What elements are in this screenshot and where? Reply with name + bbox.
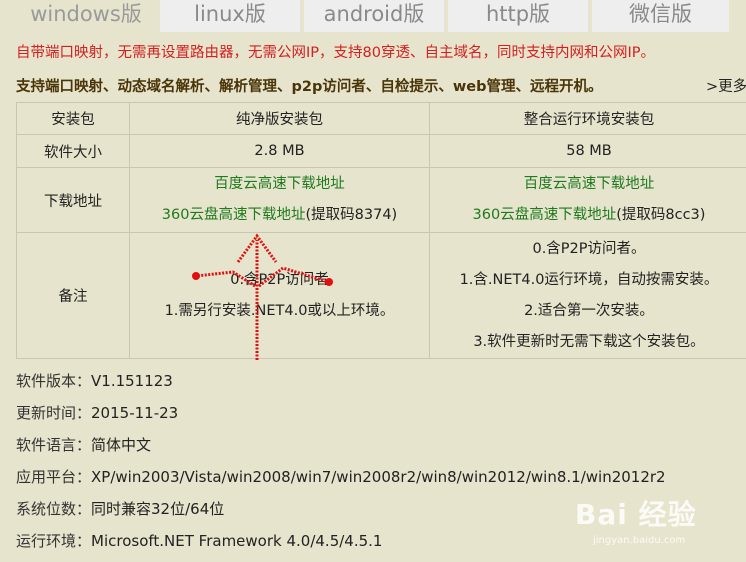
feature-list-text: 支持端口映射、动态域名解析、解析管理、p2p访问者、自检提示、web管理、远程开… (16, 79, 603, 95)
full-note-1: 1.含.NET4.0运行环境，自动按需安装。 (459, 271, 719, 288)
table-row-notes: 备注 0.含P2P访问者 1.需另行安装.NET4.0或以上环境。 0.含P2P… (16, 232, 746, 359)
table-row-download: 下载地址 百度云高速下载地址 360云盘高速下载地址(提取码8374) 百度云高… (16, 167, 746, 233)
feature-list: 支持端口映射、动态域名解析、解析管理、p2p访问者、自检提示、web管理、远程开… (16, 75, 746, 96)
full-360-link[interactable]: 360云盘高速下载地址 (473, 207, 617, 223)
full-360-line: 360云盘高速下载地址(提取码8cc3) (430, 200, 746, 231)
table-row-size: 软件大小 2.8 MB 58 MB (16, 134, 746, 168)
platform-tabs: windows版 linux版 android版 http版 微信版 (0, 0, 746, 32)
download-full-cell: 百度云高速下载地址 360云盘高速下载地址(提取码8cc3) (429, 167, 746, 233)
full-note-2: 2.适合第一次安装。 (524, 302, 654, 319)
info-bits: 系统位数：同时兼容32位/64位 (16, 500, 225, 518)
pure-360-link[interactable]: 360云盘高速下载地址 (162, 207, 306, 223)
header-package: 安装包 (16, 102, 130, 135)
info-language: 软件语言：简体中文 (16, 436, 152, 454)
full-baidu-link[interactable]: 百度云高速下载地址 (430, 169, 746, 200)
notes-full-cell: 0.含P2P访问者。 1.含.NET4.0运行环境，自动按需安装。 2.适合第一… (429, 232, 746, 359)
watermark-logo: Bai 经验 (575, 498, 697, 531)
table-header-row: 安装包 纯净版安装包 整合运行环境安装包 (16, 102, 746, 135)
download-table: 安装包 纯净版安装包 整合运行环境安装包 软件大小 2.8 MB 58 MB 下… (16, 102, 746, 359)
pure-extract-code: (提取码8374) (305, 207, 398, 223)
tab-android[interactable]: android版 (304, 0, 444, 32)
pure-note-0: 0.含P2P访问者 (230, 271, 329, 288)
pure-360-line: 360云盘高速下载地址(提取码8374) (130, 200, 429, 231)
info-platform: 应用平台：XP/win2003/Vista/win2008/win7/win20… (16, 468, 666, 486)
tab-windows[interactable]: windows版 (16, 0, 156, 32)
notes-pure-cell: 0.含P2P访问者 1.需另行安装.NET4.0或以上环境。 (129, 232, 430, 359)
pure-baidu-link[interactable]: 百度云高速下载地址 (130, 169, 429, 200)
notes-label: 备注 (16, 232, 130, 359)
download-label: 下载地址 (16, 167, 130, 233)
more-link[interactable]: >更多 (706, 75, 746, 96)
tab-http[interactable]: http版 (448, 0, 588, 32)
watermark-url: jingyan.baidu.com (593, 535, 686, 546)
full-extract-code: (提取码8cc3) (616, 207, 706, 223)
info-version: 软件版本：V1.151123 (16, 372, 173, 390)
size-pure: 2.8 MB (129, 134, 430, 168)
full-note-0: 0.含P2P访问者。 (532, 240, 646, 257)
header-full: 整合运行环境安装包 (429, 102, 746, 135)
pure-note-1: 1.需另行安装.NET4.0或以上环境。 (164, 302, 395, 319)
header-pure: 纯净版安装包 (129, 102, 430, 135)
info-runtime: 运行环境：Microsoft.NET Framework 4.0/4.5/4.5… (16, 532, 383, 550)
info-updated: 更新时间：2015-11-23 (16, 404, 179, 422)
size-label: 软件大小 (16, 134, 130, 168)
tab-wechat[interactable]: 微信版 (592, 0, 729, 32)
full-note-3: 3.软件更新时无需下载这个安装包。 (473, 333, 705, 350)
size-full: 58 MB (429, 134, 746, 168)
baidu-watermark: Bai 经验 jingyan.baidu.com (575, 493, 735, 553)
feature-highlight: 自带端口映射，无需再设置路由器，无需公网IP，支持80穿透、自主域名，同时支持内… (16, 45, 655, 61)
tab-linux[interactable]: linux版 (160, 0, 300, 32)
download-pure-cell: 百度云高速下载地址 360云盘高速下载地址(提取码8374) (129, 167, 430, 233)
